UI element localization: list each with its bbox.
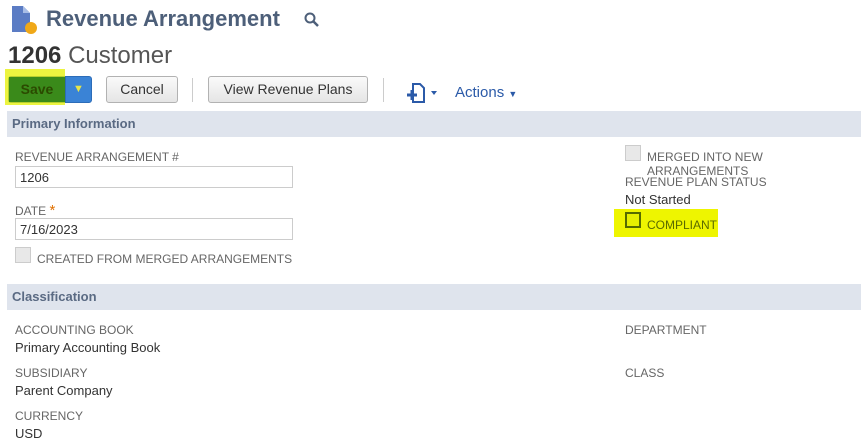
merged-new-checkbox[interactable] <box>625 145 641 161</box>
new-document-dropdown-icon[interactable] <box>405 82 441 104</box>
actions-menu[interactable]: Actions ▼ <box>455 84 517 101</box>
currency-value: USD <box>15 426 43 441</box>
divider <box>383 78 384 102</box>
compliant-label: COMPLIANT <box>647 218 718 232</box>
required-marker: * <box>49 202 56 219</box>
revenue-arrangement-icon <box>12 6 37 34</box>
subsidiary-label: SUBSIDIARY <box>15 366 88 380</box>
department-label: DEPARTMENT <box>625 323 707 337</box>
chevron-down-icon: ▼ <box>508 89 518 99</box>
date-label-text: DATE <box>15 204 47 218</box>
created-merged-label: CREATED FROM MERGED ARRANGEMENTS <box>37 252 293 266</box>
date-label: DATE * <box>15 202 55 219</box>
date-input[interactable]: 7/16/2023 <box>15 218 293 240</box>
plan-status-value: Not Started <box>625 192 691 207</box>
merged-new-label: MERGED INTO NEW ARRANGEMENTS <box>647 150 763 178</box>
page-title: Revenue Arrangement <box>46 6 280 31</box>
ra-number-input[interactable]: 1206 <box>15 166 293 188</box>
save-button[interactable]: Save ▼ <box>5 69 92 105</box>
save-dropdown-icon[interactable]: ▼ <box>65 77 91 102</box>
save-label: Save <box>9 77 65 102</box>
created-merged-checkbox[interactable] <box>15 247 31 263</box>
accounting-book-value: Primary Accounting Book <box>15 340 161 355</box>
currency-label: CURRENCY <box>15 409 84 423</box>
plan-status-label: REVENUE PLAN STATUS <box>625 175 767 189</box>
section-primary-information[interactable]: Primary Information <box>7 111 861 137</box>
divider <box>192 78 193 102</box>
class-label: CLASS <box>625 366 665 380</box>
section-classification[interactable]: Classification <box>7 284 861 310</box>
ra-number-label: REVENUE ARRANGEMENT # <box>15 150 179 164</box>
record-heading: 1206 Customer <box>8 42 172 70</box>
accounting-book-label: ACCOUNTING BOOK <box>15 323 134 337</box>
record-name: Customer <box>68 42 173 69</box>
cancel-button[interactable]: Cancel <box>106 76 178 103</box>
actions-label: Actions <box>455 84 505 101</box>
search-icon[interactable] <box>304 12 320 28</box>
record-number: 1206 <box>8 42 62 69</box>
view-revenue-plans-button[interactable]: View Revenue Plans <box>208 76 368 103</box>
subsidiary-value: Parent Company <box>15 383 113 398</box>
compliant-checkbox[interactable] <box>625 212 641 228</box>
